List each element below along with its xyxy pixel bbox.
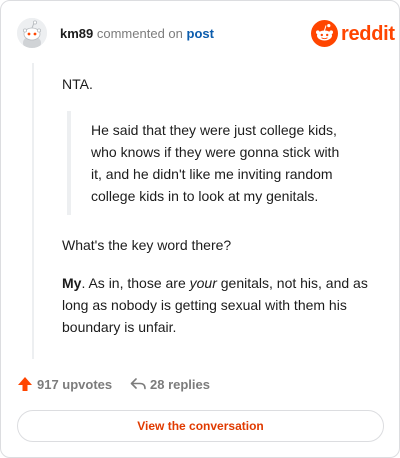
reply-arrow-icon <box>130 378 146 390</box>
upvote-arrow-icon <box>18 377 32 391</box>
comment-paragraph-1: NTA. <box>62 76 93 92</box>
quote-line-4: college kids in to look at my genitals. <box>91 188 319 204</box>
reddit-logo-icon <box>311 20 338 47</box>
paragraph-3-text-b: genitals, not his, and as <box>216 275 368 291</box>
paragraph-3-text-a: . As in, those are <box>81 275 190 291</box>
quote-line-3: it, and he didn't like me inviting rando… <box>91 166 333 182</box>
comment-paragraph-2: What's the key word there? <box>62 237 232 253</box>
paragraph-3-line-2: long as nobody is getting sexual with th… <box>62 297 347 313</box>
upvotes-label: 917 upvotes <box>37 377 113 392</box>
quote-line-1: He said that they were just college kids… <box>91 122 337 138</box>
paragraph-3-line-3: boundary is unfair. <box>62 319 177 335</box>
thread-line <box>32 63 34 359</box>
view-conversation-button[interactable]: View the conversation <box>17 410 384 442</box>
paragraph-3-line-1: My. As in, those are your genitals, not … <box>62 272 382 294</box>
reddit-logo[interactable]: reddit <box>311 20 395 48</box>
reddit-snoo-avatar-icon <box>17 18 47 48</box>
emphasis-my: My <box>62 275 82 291</box>
username-link[interactable]: km89 <box>60 26 93 41</box>
user-avatar[interactable] <box>17 18 47 48</box>
quote-line-2: who knows if they were gonna stick with <box>91 144 340 160</box>
comment-embed-card: km89 commented on post reddit NTA. He sa… <box>0 0 400 458</box>
comment-blockquote: He said that they were just college kids… <box>67 111 377 215</box>
comment-paragraph-3: My. As in, those are your genitals, not … <box>62 272 382 338</box>
emphasis-your: your <box>189 275 217 291</box>
replies-label: 28 replies <box>150 377 210 392</box>
reddit-wordmark: reddit <box>341 23 395 45</box>
commented-on-text: commented on <box>96 26 183 41</box>
comment-header: km89 commented on post reddit <box>1 1 400 67</box>
post-link[interactable]: post <box>187 26 214 41</box>
comment-meta: km89 commented on post <box>60 26 214 42</box>
